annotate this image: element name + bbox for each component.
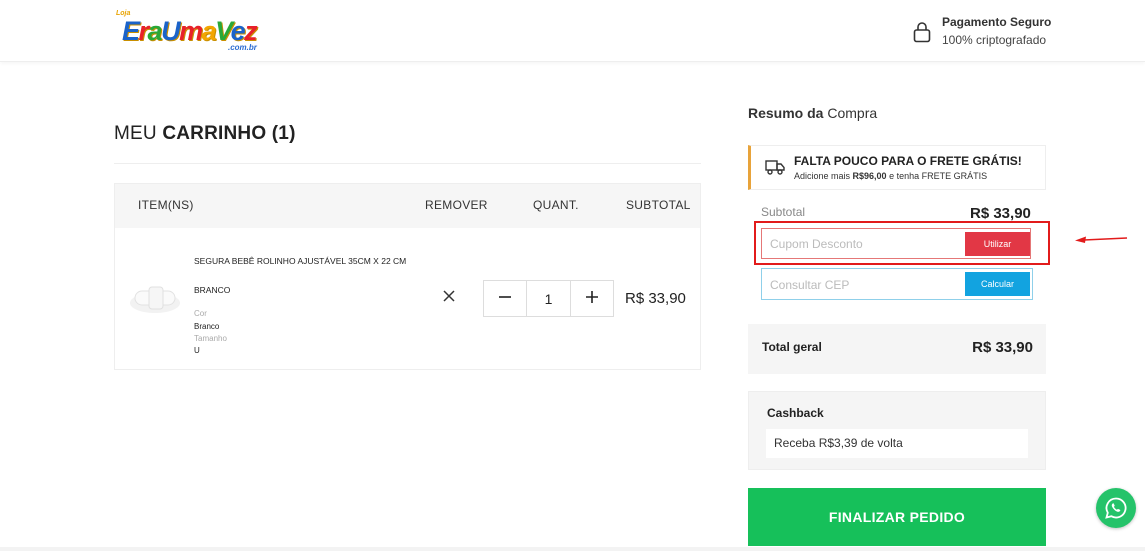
whatsapp-button[interactable] [1096,488,1136,528]
header: Loja EraUmaVez .com.br Pagamento Seguro … [0,0,1145,62]
cashback-title: Cashback [767,406,824,420]
column-item: ITEM(NS) [138,198,194,212]
cep-form: Calcular [761,268,1033,300]
minus-icon [499,296,511,298]
apply-coupon-button[interactable]: Utilizar [965,232,1030,256]
remove-item-icon[interactable] [442,289,456,303]
column-qty: QUANT. [533,198,579,212]
coupon-input[interactable] [770,234,950,254]
quantity-stepper [483,280,614,317]
cart-table: ITEM(NS) REMOVER QUANT. SUBTOTAL SEGURA … [114,183,701,370]
subtotal-label: Subtotal [761,205,806,219]
title-bold: CARRINHO (1) [162,123,296,144]
summary-title: Resumo da Compra [748,105,877,121]
shipping-title: FALTA POUCO PARA O FRETE GRÁTIS! [794,154,1022,168]
title-prefix: MEU [114,123,163,144]
attr-color-label: Cor [194,309,207,318]
cep-input[interactable] [770,275,950,295]
store-logo[interactable]: Loja EraUmaVez .com.br [114,8,274,54]
footer-divider [0,547,1145,551]
shipping-subtitle: Adicione mais R$96,00 e tenha FRETE GRÁT… [794,171,988,181]
whatsapp-icon [1105,497,1127,519]
attr-size-value: U [194,346,200,355]
divider [114,163,701,164]
logo-domain: .com.br [228,43,257,52]
cashback-info: Receba R$3,39 de volta [766,429,1028,458]
cashback-text: Receba R$3,39 de volta [774,436,903,450]
attr-size-label: Tamanho [194,334,227,343]
arrow-left-icon [1075,236,1128,243]
calculate-shipping-button[interactable]: Calcular [965,272,1030,296]
summary-title-bold: Resumo da [748,105,824,121]
quantity-decrease-button[interactable] [484,281,527,316]
cashback-box: Cashback Receba R$3,39 de volta [748,391,1046,470]
product-name[interactable]: SEGURA BEBÊ ROLINHO AJUSTÁVEL 35CM X 22 … [194,256,406,266]
summary-title-rest: Compra [823,105,878,121]
subtotal-value: R$ 33,90 [970,205,1031,222]
truck-icon [765,160,785,175]
free-shipping-banner: FALTA POUCO PARA O FRETE GRÁTIS! Adicion… [748,145,1046,190]
finish-order-button[interactable]: FINALIZAR PEDIDO [748,488,1046,546]
item-subtotal: R$ 33,90 [625,290,686,307]
total-box: Total geral R$ 33,90 [748,324,1046,374]
product-variant: BRANCO [194,285,231,295]
plus-icon [586,291,598,303]
table-header: ITEM(NS) REMOVER QUANT. SUBTOTAL [115,184,700,228]
column-subtotal: SUBTOTAL [626,198,691,212]
secure-subtitle: 100% criptografado [942,33,1047,47]
quantity-increase-button[interactable] [570,281,613,316]
total-label: Total geral [762,340,822,354]
product-image[interactable] [127,279,183,317]
column-remove: REMOVER [425,198,488,212]
quantity-input[interactable] [527,281,570,316]
checkout-page: Loja EraUmaVez .com.br Pagamento Seguro … [0,0,1145,551]
lock-icon [913,22,931,43]
page-title: MEU CARRINHO (1) [114,123,296,145]
secure-title: Pagamento Seguro [942,15,1052,29]
attr-color-value: Branco [194,322,220,331]
total-value: R$ 33,90 [972,339,1033,356]
coupon-form: Utilizar [761,228,1031,259]
